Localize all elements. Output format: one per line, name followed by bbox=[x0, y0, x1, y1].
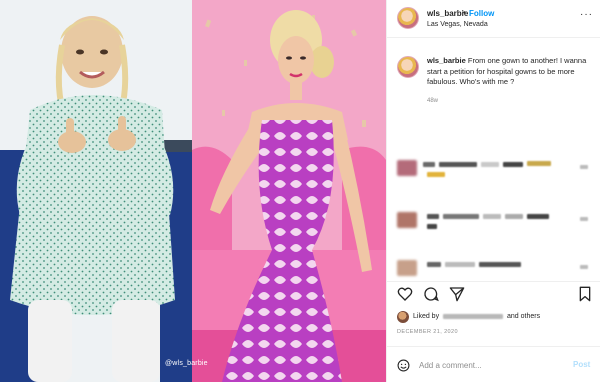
comment-emoji-redacted bbox=[427, 172, 445, 177]
comment-text-redacted bbox=[483, 214, 501, 219]
bookmark-icon[interactable] bbox=[577, 286, 593, 302]
caption-username[interactable]: wls_barbie bbox=[427, 56, 466, 65]
comment-text-redacted bbox=[445, 262, 475, 267]
hospital-photo-illustration bbox=[0, 0, 192, 382]
liker-avatar bbox=[397, 311, 409, 323]
photo-watermark: @wls_barbie bbox=[165, 360, 208, 367]
liked-by-others[interactable]: and others bbox=[507, 313, 540, 320]
comment-like-icon[interactable] bbox=[580, 217, 588, 221]
photo-before bbox=[0, 0, 192, 382]
comment-avatar bbox=[397, 260, 417, 276]
caption-author-avatar[interactable] bbox=[397, 56, 419, 78]
comment-text-redacted bbox=[423, 162, 435, 167]
list-item bbox=[387, 160, 600, 184]
likes-summary[interactable]: Liked by and others bbox=[387, 307, 600, 327]
heart-icon[interactable] bbox=[397, 286, 413, 302]
emoji-icon[interactable] bbox=[397, 359, 410, 372]
comment-text-redacted bbox=[443, 214, 479, 219]
add-comment-bar: Post bbox=[387, 346, 600, 382]
post-actions-bar bbox=[387, 281, 600, 305]
list-item bbox=[387, 212, 600, 236]
post-media[interactable]: @wls_barbie bbox=[0, 0, 386, 382]
comment-text-redacted bbox=[527, 214, 549, 219]
comment-avatar bbox=[397, 212, 417, 228]
more-options-icon[interactable]: ··· bbox=[580, 9, 593, 20]
comment-icon[interactable] bbox=[423, 286, 439, 302]
comment-text-redacted bbox=[479, 262, 521, 267]
photo-after bbox=[192, 0, 386, 382]
comment-text-redacted bbox=[427, 214, 439, 219]
comments-list[interactable] bbox=[387, 120, 600, 280]
post-caption: wls_barbie From one gown to another! I w… bbox=[387, 50, 600, 110]
comment-text-redacted bbox=[439, 162, 477, 167]
comment-avatar bbox=[397, 160, 417, 176]
separator-dot: • bbox=[463, 8, 466, 17]
post-date: DECEMBER 21, 2020 bbox=[397, 329, 458, 335]
liker-username-redacted[interactable] bbox=[443, 313, 504, 319]
post-comment-button[interactable]: Post bbox=[573, 360, 590, 369]
liked-by-prefix: Liked by bbox=[413, 313, 440, 320]
post-header: wls_barbie • Follow Las Vegas, Nevada ··… bbox=[387, 0, 600, 38]
gown-photo-illustration bbox=[192, 0, 386, 382]
comment-text-redacted bbox=[427, 262, 441, 267]
comment-text-redacted bbox=[505, 214, 523, 219]
comment-text-redacted bbox=[527, 161, 551, 166]
share-icon[interactable] bbox=[449, 286, 465, 302]
comment-text-redacted bbox=[481, 162, 499, 167]
comment-like-icon[interactable] bbox=[580, 265, 588, 269]
comment-text-redacted bbox=[503, 162, 523, 167]
caption-timestamp: 48w bbox=[427, 98, 439, 104]
comment-like-icon[interactable] bbox=[580, 165, 588, 169]
follow-button[interactable]: Follow bbox=[469, 9, 494, 18]
post-side-panel: wls_barbie • Follow Las Vegas, Nevada ··… bbox=[386, 0, 600, 382]
caption-text-block: wls_barbie From one gown to another! I w… bbox=[427, 56, 595, 88]
comment-text-redacted bbox=[427, 224, 437, 229]
liked-by-text: Liked by and others bbox=[413, 313, 540, 320]
comment-input[interactable] bbox=[419, 357, 559, 373]
post-location[interactable]: Las Vegas, Nevada bbox=[427, 21, 488, 28]
author-avatar[interactable] bbox=[397, 7, 419, 29]
